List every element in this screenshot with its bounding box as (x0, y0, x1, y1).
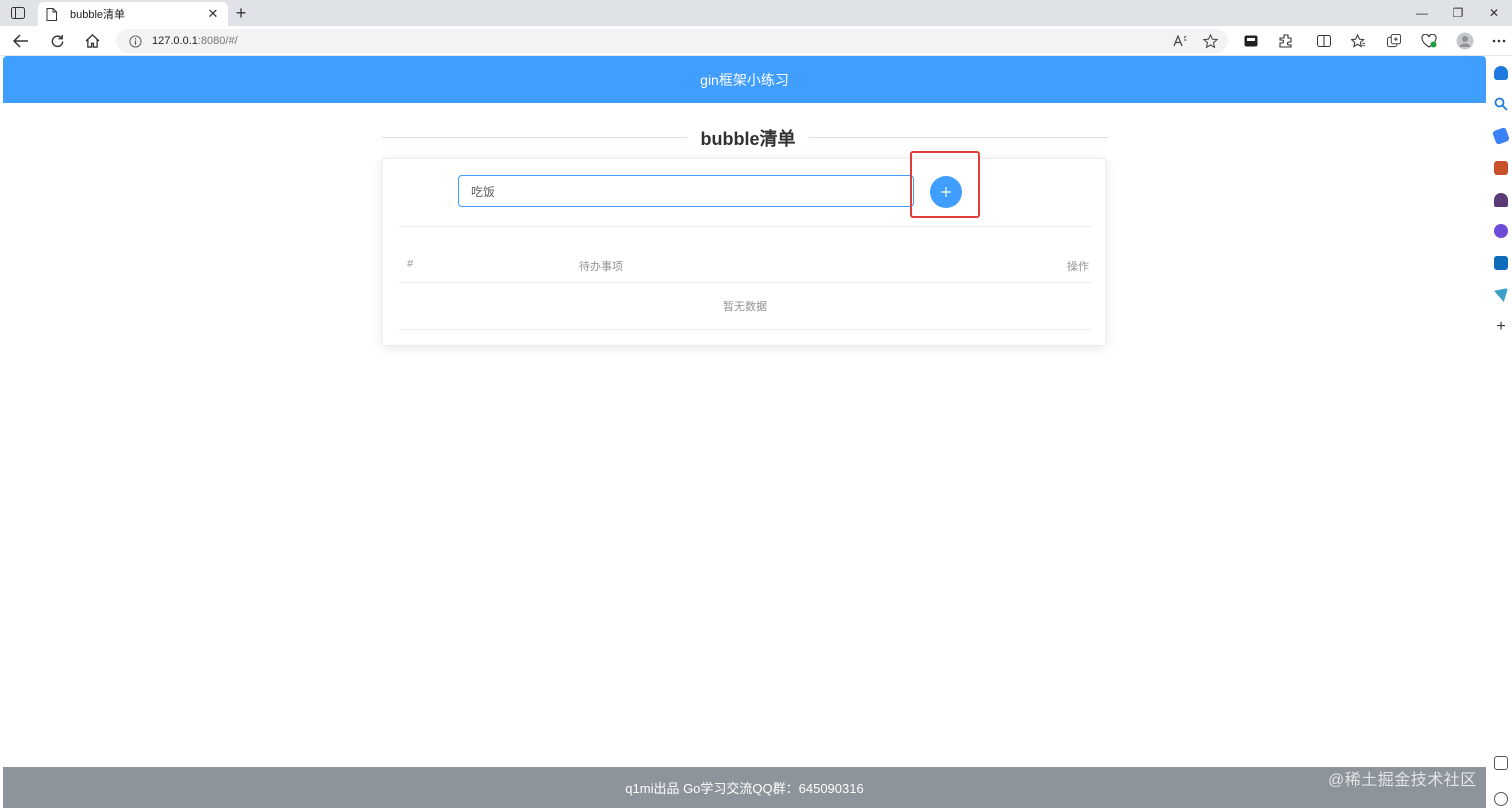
send-icon[interactable] (1494, 288, 1508, 302)
add-todo-button[interactable] (930, 176, 962, 208)
profile-avatar[interactable] (1454, 30, 1476, 52)
page-viewport: gin框架小练习 bubble清单 # 待办事项 操作 暂无数据 q1mi出品 … (3, 56, 1486, 808)
todo-input[interactable] (458, 175, 914, 207)
column-header-todo: 待办事项 (579, 261, 623, 273)
tab-actions-icon[interactable] (8, 4, 28, 22)
todo-card: # 待办事项 操作 暂无数据 (382, 151, 1106, 346)
browser-toolbar: 127.0.0.1:8080/#/ (0, 26, 1512, 56)
minimize-button[interactable]: — (1404, 0, 1440, 26)
home-icon[interactable] (81, 30, 103, 52)
browser-tab[interactable]: bubble清单 ✕ (38, 2, 228, 26)
address-bar[interactable]: 127.0.0.1:8080/#/ (116, 29, 1228, 53)
omnibox-actions (1172, 32, 1218, 50)
page-footer: q1mi出品 Go学习交流QQ群：645090316 (3, 767, 1486, 808)
plus-icon (941, 187, 951, 197)
app-title: gin框架小练习 (700, 71, 789, 88)
browser-essentials-icon[interactable] (1418, 30, 1440, 52)
url-host: 127.0.0.1 (152, 35, 198, 47)
table-header: # 待办事项 操作 (399, 245, 1091, 283)
footer-text: q1mi出品 Go学习交流QQ群：645090316 (625, 781, 864, 796)
empty-text: 暂无数据 (723, 301, 767, 313)
section-title: bubble清单 (687, 127, 809, 149)
collections-icon[interactable] (1383, 30, 1405, 52)
read-aloud-icon[interactable] (1172, 32, 1188, 50)
column-header-actions: 操作 (1067, 261, 1089, 273)
settings-gear-icon[interactable] (1494, 792, 1508, 806)
restore-button[interactable]: ❐ (1440, 0, 1476, 26)
new-tab-button[interactable]: + (232, 3, 250, 23)
watermark: @稀土掘金技术社区 (1328, 772, 1477, 789)
split-screen-icon[interactable] (1313, 30, 1335, 52)
document-icon (46, 7, 60, 21)
tab-close-icon[interactable]: ✕ (206, 6, 220, 21)
outlook-icon[interactable] (1494, 256, 1508, 270)
extensions-icon[interactable] (1275, 30, 1297, 52)
url-path: :8080/#/ (197, 35, 238, 47)
favorite-star-icon[interactable] (1202, 32, 1218, 50)
todo-table: # 待办事项 操作 暂无数据 (399, 245, 1091, 330)
copilot-icon[interactable] (1494, 224, 1508, 238)
back-icon[interactable] (10, 30, 32, 52)
window-controls: — ❐ ✕ (1404, 0, 1512, 26)
tab-title: bubble清单 (70, 9, 126, 21)
edge-sidebar: + (1490, 56, 1512, 808)
tag-icon[interactable] (1492, 127, 1510, 145)
bell-icon[interactable] (1494, 66, 1508, 80)
app-header: gin框架小练习 (3, 56, 1486, 103)
search-icon[interactable] (1494, 97, 1508, 111)
more-menu-icon[interactable] (1488, 30, 1510, 52)
favorites-icon[interactable] (1347, 30, 1369, 52)
card-separator (399, 226, 1091, 227)
browser-tab-strip: bubble清单 ✕ + — ❐ ✕ (0, 0, 1512, 26)
toolbox-icon[interactable] (1494, 161, 1508, 175)
games-icon[interactable] (1494, 193, 1508, 207)
add-sidebar-app-icon[interactable]: + (1494, 319, 1508, 335)
workspaces-icon[interactable] (1240, 30, 1262, 52)
site-info-icon[interactable] (128, 34, 142, 48)
column-header-index: # (407, 258, 414, 270)
refresh-icon[interactable] (46, 30, 68, 52)
table-empty-row: 暂无数据 (399, 283, 1091, 330)
close-window-button[interactable]: ✕ (1476, 0, 1512, 26)
sidebar-screenshot-icon[interactable] (1494, 756, 1508, 770)
